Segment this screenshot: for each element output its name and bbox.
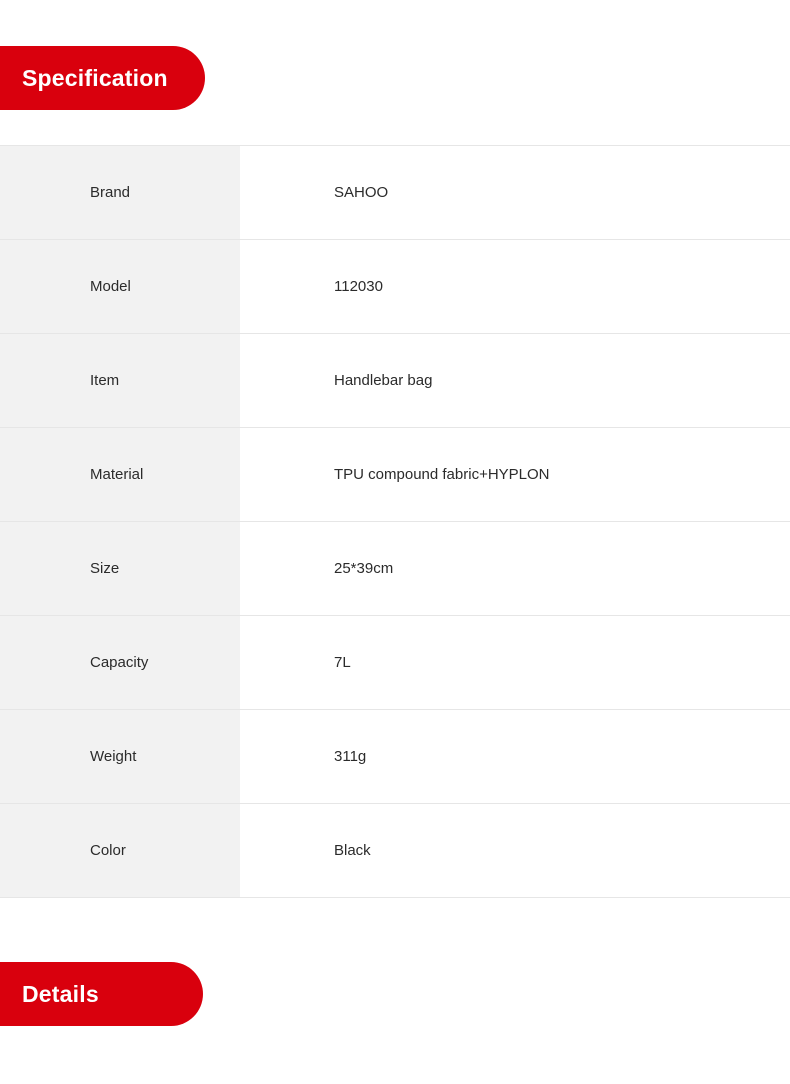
spec-value-weight: 311g (240, 709, 790, 804)
specification-section-banner: Specification (0, 46, 205, 110)
table-row: Weight 311g (0, 709, 790, 804)
spec-label-brand: Brand (0, 145, 240, 240)
specification-table-body: Brand SAHOO Model 112030 Item Handlebar … (0, 145, 790, 898)
spec-label-capacity: Capacity (0, 615, 240, 710)
table-row: Capacity 7L (0, 615, 790, 710)
spec-label-color: Color (0, 803, 240, 898)
spec-label-model: Model (0, 239, 240, 334)
spec-value-model: 112030 (240, 239, 790, 334)
spec-label-material: Material (0, 427, 240, 522)
spec-value-capacity: 7L (240, 615, 790, 710)
table-row: Color Black (0, 803, 790, 898)
spec-label-size: Size (0, 521, 240, 616)
spec-value-brand: SAHOO (240, 145, 790, 240)
details-banner-label: Details (22, 980, 99, 1007)
spec-value-material: TPU compound fabric+HYPLON (240, 427, 790, 522)
specification-banner-label: Specification (22, 64, 168, 91)
spec-label-item: Item (0, 333, 240, 428)
spec-value-size: 25*39cm (240, 521, 790, 616)
table-row: Size 25*39cm (0, 521, 790, 616)
table-row: Item Handlebar bag (0, 333, 790, 428)
specification-table: Brand SAHOO Model 112030 Item Handlebar … (0, 145, 790, 898)
product-description-page: Specification Brand SAHOO Model 112030 I… (0, 0, 790, 1084)
table-row: Material TPU compound fabric+HYPLON (0, 427, 790, 522)
spec-value-item: Handlebar bag (240, 333, 790, 428)
spec-label-weight: Weight (0, 709, 240, 804)
table-row: Model 112030 (0, 239, 790, 334)
table-row: Brand SAHOO (0, 145, 790, 240)
details-section-banner: Details (0, 962, 203, 1026)
spec-value-color: Black (240, 803, 790, 898)
